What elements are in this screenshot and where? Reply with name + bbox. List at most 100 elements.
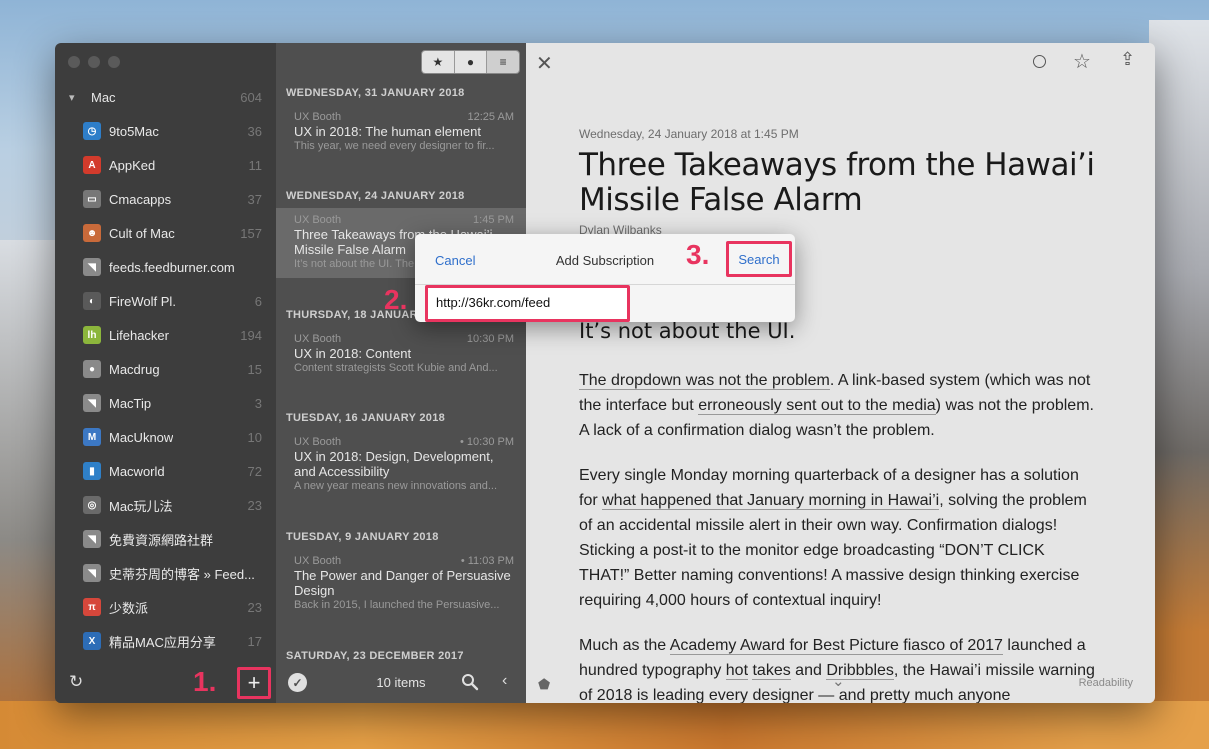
article-entry[interactable]: UX Booth 10:30 PM UX in 2018: Content Con… <box>276 333 526 374</box>
article-paragraph: The dropdown was not the problem. A link… <box>579 368 1099 443</box>
entry-title: UX in 2018: Content <box>294 346 412 361</box>
tag-icon[interactable]: ⬟ <box>538 676 550 693</box>
sidebar-feed-item[interactable]: ◎ Mac玩儿法 23 <box>55 488 276 522</box>
rss-icon: ◥ <box>83 258 101 276</box>
sidebar-feed-item[interactable]: A AppKed 11 <box>55 148 276 182</box>
entry-summary: Back in 2015, I launched the Persuasive.… <box>294 599 500 611</box>
entry-source: UX Booth <box>294 436 342 448</box>
sidebar-feed-count: 37 <box>247 191 262 207</box>
all-filter-icon[interactable]: ≡ <box>487 51 519 73</box>
desktop-background-right <box>1149 20 1209 740</box>
sidebar-feed-count: 194 <box>240 327 262 343</box>
chevron-down-icon[interactable]: ▾ <box>69 91 81 104</box>
sidebar-feed-item[interactable]: ◥ MacTip 3 <box>55 386 276 420</box>
sidebar-feed-item[interactable]: ☻ Cult of Mac 157 <box>55 216 276 250</box>
star-icon[interactable]: ☆ <box>1073 49 1091 74</box>
minimize-window-button[interactable] <box>88 56 100 68</box>
rss-icon: ◥ <box>83 394 101 412</box>
article-reader: ✕ ☆ ⇪ Wednesday, 24 January 2018 at 1:45… <box>526 43 1155 703</box>
entry-summary: Content strategists Scott Kubie and And.… <box>294 362 498 374</box>
sidebar-feed-label: Mac玩儿法 <box>109 498 173 514</box>
entry-time: 1:45 PM <box>473 214 514 226</box>
entry-title: UX in 2018: The human element <box>294 124 481 139</box>
zoom-window-button[interactable] <box>108 56 120 68</box>
sidebar-feed-count: 23 <box>247 599 262 615</box>
article-link[interactable]: erroneously sent out to the media <box>698 397 936 415</box>
sidebar-feed-label: MacTip <box>109 395 152 411</box>
sidebar-feed-item[interactable]: ▮ Macworld 72 <box>55 454 276 488</box>
sidebar-feed-label: Macworld <box>109 463 165 479</box>
macworld-icon: ▮ <box>83 462 101 480</box>
search-icon[interactable] <box>461 673 479 691</box>
article-headline: Three Takeaways from the Hawai’i Missile… <box>579 147 1095 218</box>
sidebar-feed-item[interactable]: ◥ 史蒂芬周的博客 » Feed... <box>55 556 276 590</box>
xclient-icon: X <box>83 632 101 650</box>
sidebar-feed-item[interactable]: π 少数派 23 <box>55 590 276 624</box>
sidebar-feed-count: 10 <box>247 429 262 445</box>
article-entry[interactable]: UX Booth • 11:03 PM The Power and Danger … <box>276 555 526 611</box>
sidebar-feed-item[interactable]: ▭ Cmacapps 37 <box>55 182 276 216</box>
refresh-icon[interactable]: ↻ <box>69 673 87 691</box>
entry-source: UX Booth <box>294 333 342 345</box>
sidebar-feed-item[interactable]: ◥ feeds.feedburner.com <box>55 250 276 284</box>
apple-icon: ● <box>83 360 101 378</box>
sidebar-feed-label: 精品MAC应用分享 <box>109 634 216 650</box>
close-window-button[interactable] <box>68 56 80 68</box>
sidebar-feed-count: 72 <box>247 463 262 479</box>
chevron-left-icon[interactable]: ‹ <box>502 672 507 690</box>
mark-unread-icon[interactable] <box>1033 55 1046 68</box>
article-entry[interactable]: UX Booth • 10:30 PM UX in 2018: Design, D… <box>276 436 526 492</box>
sidebar-feed-label: FireWolf Pl. <box>109 293 176 309</box>
article-entry[interactable]: UX Booth 12:25 AM UX in 2018: The human e… <box>276 111 526 152</box>
chevron-down-icon[interactable]: ⌄ <box>832 672 845 690</box>
sidebar-feed-label: MacUknow <box>109 429 174 445</box>
entry-summary: This year, we need every designer to fir… <box>294 140 495 152</box>
sidebar-feed-item[interactable]: lh Lifehacker 194 <box>55 318 276 352</box>
sidebar-feed-count: 36 <box>247 123 262 139</box>
url-field-highlight <box>425 285 630 322</box>
entry-time: 10:30 PM <box>466 333 514 345</box>
entry-source: UX Booth <box>294 111 342 123</box>
close-icon[interactable]: ✕ <box>536 51 553 76</box>
step-3-marker: 3. <box>686 239 710 270</box>
unread-filter-icon[interactable]: ● <box>454 51 488 73</box>
sidebar-feed-count: 6 <box>254 293 262 309</box>
article-link[interactable]: The dropdown was not the problem <box>579 372 830 390</box>
reader-footer: ⬟ ⌄ Readability <box>526 667 1155 703</box>
day-header: SATURDAY, 23 DECEMBER 2017 <box>286 650 464 662</box>
sidebar-feed-label: 9to5Mac <box>109 123 159 139</box>
sidebar-feed-label: Macdrug <box>109 361 160 377</box>
sidebar-feed-item[interactable]: ◷ 9to5Mac 36 <box>55 114 276 148</box>
paragraph-text: Much as the <box>579 637 670 654</box>
sidebar-feed-label: 少数派 <box>109 600 149 616</box>
macuknow-icon: M <box>83 428 101 446</box>
sidebar-feed-item[interactable]: M MacUknow 10 <box>55 420 276 454</box>
feed-url-input[interactable] <box>436 295 616 310</box>
sidebar-group-mac[interactable]: ▾ Mac 604 <box>55 87 276 107</box>
add-subscription-button[interactable]: + <box>237 667 271 699</box>
day-header: TUESDAY, 9 JANUARY 2018 <box>286 531 439 543</box>
sidebar: ▾ Mac 604 ◷ 9to5Mac 36 A AppKed 11 ▭ Cmacapps 37… <box>55 43 276 703</box>
starred-filter-icon[interactable]: ★ <box>422 51 455 73</box>
macwanerfa-icon: ◎ <box>83 496 101 514</box>
search-button[interactable]: Search <box>726 241 792 277</box>
entry-title: The Power and Danger of Persuasive Desig… <box>294 568 511 598</box>
rss-icon: ◥ <box>83 530 101 548</box>
sidebar-feed-item[interactable]: ◥ 免費資源網路社群 <box>55 522 276 556</box>
article-list: ★ ● ≡ WEDNESDAY, 31 JANUARY 2018 UX Boot… <box>276 43 526 703</box>
sidebar-feed-count: 15 <box>247 361 262 377</box>
day-header: WEDNESDAY, 31 JANUARY 2018 <box>286 87 465 99</box>
article-link[interactable]: Academy Award for Best Picture fiasco of… <box>669 637 1003 655</box>
sidebar-feed-item[interactable]: ● Macdrug 15 <box>55 352 276 386</box>
sidebar-feed-label: 免費資源網路社群 <box>109 532 214 548</box>
share-icon[interactable]: ⇪ <box>1120 49 1135 70</box>
day-header: WEDNESDAY, 24 JANUARY 2018 <box>286 190 465 202</box>
sidebar-feed-count: 3 <box>254 395 262 411</box>
sidebar-feed-item[interactable]: ◐ FireWolf Pl. 6 <box>55 284 276 318</box>
items-count: 10 items <box>376 675 426 690</box>
desktop-background-bottom <box>0 701 1209 749</box>
readability-menu[interactable]: Readability <box>1079 677 1133 689</box>
sidebar-feed-item[interactable]: X 精品MAC应用分享 17 <box>55 624 276 658</box>
sidebar-feed-label: 史蒂芬周的博客 » Feed... <box>109 566 255 582</box>
article-link[interactable]: what happened that January morning in Ha… <box>602 492 940 510</box>
